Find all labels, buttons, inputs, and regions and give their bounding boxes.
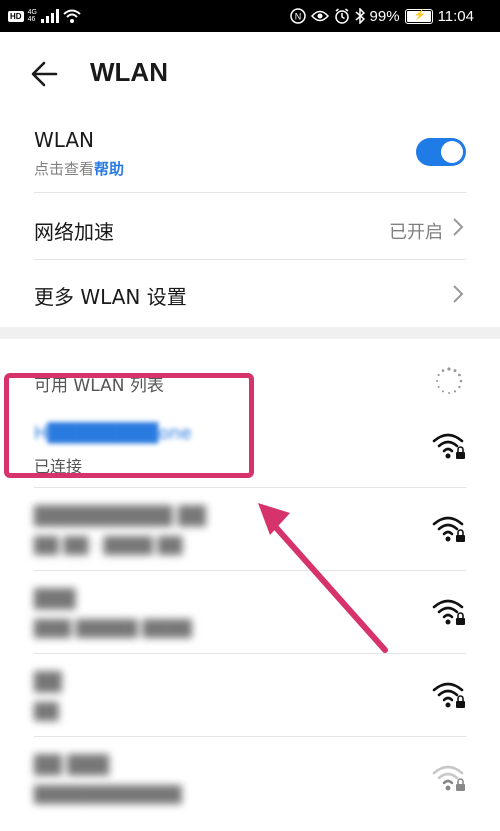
wifi-lock-icon bbox=[432, 599, 465, 625]
network-status: ██ bbox=[34, 702, 59, 721]
annotation-arrow-icon bbox=[258, 503, 388, 653]
app-header: WLAN bbox=[0, 32, 500, 114]
signal-icon bbox=[40, 9, 59, 23]
wlan-toggle-row[interactable]: WLAN 点击查看帮助 bbox=[0, 114, 500, 193]
page-title: WLAN bbox=[90, 57, 168, 87]
network-row[interactable]: ██ ███ ████████████ bbox=[0, 737, 500, 819]
bluetooth-icon bbox=[355, 8, 365, 24]
help-prefix: 点击查看 bbox=[34, 160, 95, 178]
wifi-lock-icon bbox=[432, 682, 465, 708]
section-gap bbox=[0, 327, 500, 339]
wifi-lock-icon bbox=[432, 433, 465, 459]
network-status: ████████████ bbox=[34, 785, 182, 804]
network-type-bottom: 46 bbox=[27, 16, 36, 23]
help-link[interactable]: 帮助 bbox=[94, 160, 124, 178]
more-wlan-settings-row[interactable]: 更多 WLAN 设置 bbox=[0, 260, 500, 326]
network-status: ██ ██ · ████ ██ bbox=[34, 536, 183, 555]
wlan-toggle-switch[interactable] bbox=[416, 138, 466, 166]
wifi-weak-lock-icon bbox=[432, 765, 465, 791]
svg-text:N: N bbox=[294, 12, 301, 22]
network-acceleration-row[interactable]: 网络加速 已开启 bbox=[0, 193, 500, 260]
nfc-icon: N bbox=[289, 8, 306, 24]
battery-percent: 99% bbox=[369, 7, 400, 25]
chevron-right-icon bbox=[453, 218, 464, 236]
hd-badge: HD bbox=[8, 10, 24, 22]
network-status: ███ █████ ████ bbox=[34, 619, 192, 638]
chevron-right-icon bbox=[453, 285, 464, 303]
wifi-lock-icon bbox=[432, 516, 465, 542]
eye-icon bbox=[310, 10, 329, 22]
network-name: ███ bbox=[34, 589, 76, 610]
wlan-label: WLAN bbox=[34, 128, 95, 152]
back-button[interactable] bbox=[26, 54, 66, 94]
arrow-left-icon bbox=[31, 61, 58, 87]
toggle-knob bbox=[441, 141, 463, 163]
wlan-help-text: 点击查看帮助 bbox=[34, 158, 124, 179]
network-name: ██ ███ bbox=[34, 755, 109, 776]
battery-icon: ⚡ bbox=[404, 8, 433, 24]
network-acceleration-label: 网络加速 bbox=[34, 220, 114, 244]
status-bar-right: N 99% ⚡ 11:04 bbox=[289, 0, 474, 32]
status-bar: HD 4G 46 N 99% ⚡ 11:04 bbox=[0, 0, 500, 32]
network-type-top: 4G bbox=[27, 9, 37, 16]
network-row[interactable]: ██ ██ bbox=[0, 654, 500, 737]
clock: 11:04 bbox=[437, 7, 474, 25]
alarm-icon bbox=[334, 8, 350, 24]
network-name: ██ bbox=[34, 672, 62, 693]
network-acceleration-value: 已开启 bbox=[389, 222, 443, 243]
wifi-icon bbox=[63, 9, 81, 23]
loading-spinner-icon bbox=[436, 367, 463, 394]
status-bar-left: HD 4G 46 bbox=[8, 0, 81, 32]
annotation-highlight-box bbox=[4, 373, 254, 478]
more-wlan-settings-label: 更多 WLAN 设置 bbox=[34, 285, 187, 309]
network-name: ██████████ ██ bbox=[34, 506, 206, 527]
network-type: 4G 46 bbox=[28, 9, 37, 23]
